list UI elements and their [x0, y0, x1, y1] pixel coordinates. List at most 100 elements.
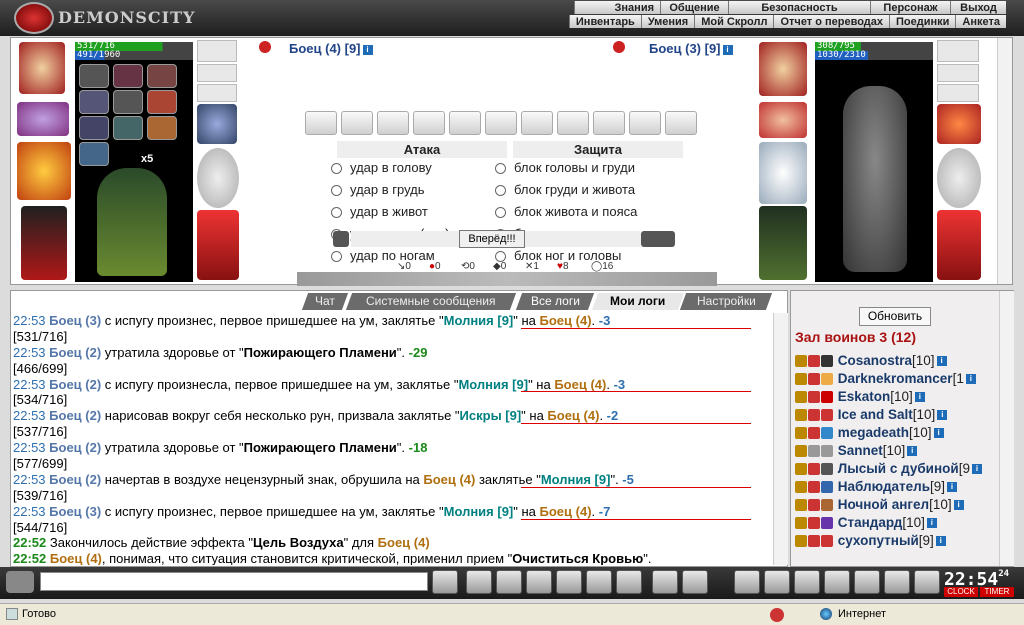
info-icon[interactable]: i [362, 44, 373, 55]
helm-icon[interactable] [682, 570, 708, 594]
empty-skill-slot[interactable] [413, 111, 445, 135]
rank-icon[interactable] [795, 391, 807, 404]
flag-icon[interactable] [884, 570, 910, 594]
clan-icon[interactable] [808, 427, 820, 440]
menu-inventory[interactable]: Инвентарь [568, 15, 641, 28]
player-item[interactable]: megadeath[10] i [795, 425, 944, 440]
empty-skill-slot[interactable] [593, 111, 625, 135]
tab-system-messages[interactable]: Системные сообщения [345, 293, 517, 310]
rank-icon[interactable] [795, 409, 807, 422]
info-icon[interactable]: i [936, 356, 947, 367]
send-button[interactable] [432, 570, 458, 594]
clan-icon[interactable] [808, 391, 820, 404]
tab-all-logs[interactable]: Все логи [515, 293, 595, 310]
shield-icon[interactable] [937, 148, 981, 208]
right-nav-icon[interactable] [641, 231, 675, 247]
info-icon[interactable]: i [935, 536, 946, 547]
empty-skill-slot[interactable] [521, 111, 553, 135]
ring-slot-3[interactable] [197, 84, 237, 102]
clan-icon[interactable] [808, 445, 820, 458]
menu-transfer-report[interactable]: Отчет о переводах [773, 15, 890, 28]
clan-icon[interactable] [808, 535, 820, 548]
menu-security[interactable]: Безопасность [728, 1, 870, 14]
right-fighter-name[interactable]: Боец (3) [9] i [649, 41, 733, 56]
spell-slot-icon[interactable] [147, 64, 177, 88]
menu-my-scroll[interactable]: Мой Скролл [694, 15, 774, 28]
defense-option[interactable]: блок головы и груди [495, 160, 635, 176]
rank-icon[interactable] [795, 373, 807, 386]
spell-slot-icon[interactable] [79, 64, 109, 88]
info-icon[interactable]: i [914, 392, 925, 403]
chat-input[interactable] [40, 572, 428, 591]
players-scrollbar[interactable] [999, 291, 1014, 566]
spell-slot-icon[interactable] [147, 90, 177, 114]
info-icon[interactable]: i [926, 518, 937, 529]
info-icon[interactable]: i [907, 446, 918, 457]
align-icon[interactable] [821, 535, 833, 548]
pants-icon[interactable] [197, 210, 239, 280]
player-item[interactable]: Лысый с дубиной[9 i [795, 461, 982, 476]
attack-option[interactable]: удар в грудь [331, 182, 425, 198]
spell-slot-icon[interactable] [79, 142, 109, 166]
align-icon[interactable] [821, 463, 833, 476]
battle-scrollbar[interactable] [997, 38, 1012, 284]
info-icon[interactable]: i [722, 44, 733, 55]
left-fighter-name[interactable]: Боец (4) [9] i [289, 41, 373, 56]
attack-option[interactable]: удар в живот [331, 204, 428, 220]
menu-skills[interactable]: Умения [640, 15, 695, 28]
ring-slot-1[interactable] [197, 40, 237, 62]
align-icon[interactable] [821, 427, 833, 440]
align-icon[interactable] [821, 373, 833, 386]
info-icon[interactable]: i [947, 482, 958, 493]
filter-icon[interactable] [496, 570, 522, 594]
belt-icon[interactable] [759, 102, 807, 138]
tab-chat[interactable]: Чат [301, 293, 349, 310]
fight-icon[interactable] [824, 570, 850, 594]
empty-skill-slot[interactable] [629, 111, 661, 135]
player-item[interactable]: Ice and Salt[10] i [795, 407, 948, 422]
empty-skill-slot[interactable] [665, 111, 697, 135]
ring-slot-2[interactable] [937, 64, 979, 82]
armor-icon[interactable] [759, 206, 807, 280]
spell-slot-icon[interactable] [147, 116, 177, 140]
clan-icon[interactable] [808, 409, 820, 422]
glasses-skill-button[interactable] [485, 111, 517, 135]
timer-label[interactable]: TIMER [980, 587, 1014, 597]
weapon-icon[interactable] [759, 142, 807, 204]
player-item[interactable]: Eskaton[10] i [795, 389, 925, 404]
rank-icon[interactable] [795, 463, 807, 476]
rank-icon[interactable] [795, 499, 807, 512]
gloves-icon[interactable] [937, 104, 981, 144]
player-item[interactable]: Наблюдатель[9] i [795, 479, 958, 494]
pl-icon[interactable] [586, 570, 612, 594]
bag-icon[interactable] [734, 570, 760, 594]
defense-option[interactable]: блок живота и пояса [495, 204, 637, 220]
clan-icon[interactable] [808, 481, 820, 494]
align-icon[interactable] [821, 499, 833, 512]
attack-option[interactable]: удар по ногам [331, 248, 435, 264]
rank-icon[interactable] [795, 481, 807, 494]
ring-slot-3[interactable] [937, 84, 979, 102]
empty-skill-slot[interactable] [449, 111, 481, 135]
monster-icon[interactable] [794, 570, 820, 594]
player-item[interactable]: Sannet[10] i [795, 443, 918, 458]
gloves-icon[interactable] [197, 104, 237, 144]
help-icon[interactable] [616, 570, 642, 594]
shield-icon[interactable] [197, 148, 239, 208]
align-icon[interactable] [821, 409, 833, 422]
fire-skill-button[interactable] [377, 111, 409, 135]
menu-communication[interactable]: Общение [660, 1, 728, 14]
menu-duels[interactable]: Поединки [889, 15, 956, 28]
player-item[interactable]: Стандард[10] i [795, 515, 937, 530]
tab-settings[interactable]: Настройки [679, 293, 773, 310]
bracers-icon[interactable] [17, 102, 69, 136]
ring-slot-1[interactable] [937, 40, 979, 62]
rank-icon[interactable] [795, 445, 807, 458]
chat-mode-icon[interactable] [6, 571, 34, 593]
heal-skill-button[interactable] [305, 111, 337, 135]
pants-icon[interactable] [937, 210, 981, 280]
helmet-icon[interactable] [759, 42, 807, 96]
clan-icon[interactable] [808, 355, 820, 368]
left-nav-icon[interactable] [333, 231, 349, 247]
eraser-icon[interactable] [466, 570, 492, 594]
